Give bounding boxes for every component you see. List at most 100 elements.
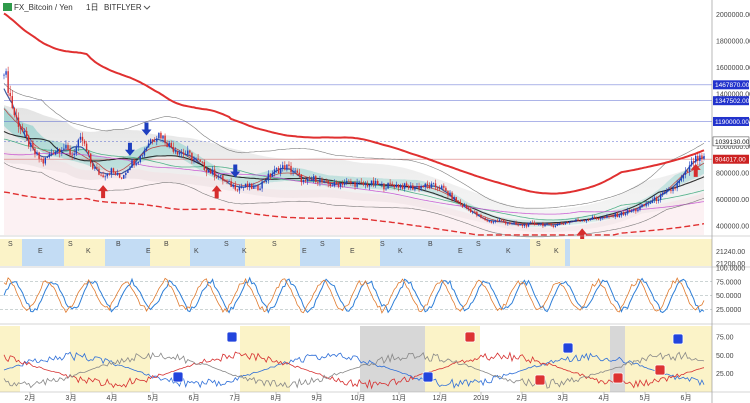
- signal-letter: K: [194, 248, 199, 255]
- x-tick-label: 3月: [558, 394, 569, 402]
- candle-body: [385, 188, 387, 190]
- candle-body: [676, 183, 678, 189]
- candle-body: [447, 191, 449, 196]
- candle-body: [242, 186, 245, 188]
- candle-body: [257, 185, 259, 190]
- candle-body: [213, 169, 216, 177]
- x-tick-label: 6月: [189, 394, 200, 402]
- candle-body: [81, 136, 84, 141]
- candle-body: [346, 181, 348, 183]
- candle-body: [310, 180, 313, 182]
- candle-body: [102, 175, 104, 178]
- candle-body: [490, 221, 493, 223]
- candle-body: [614, 213, 616, 217]
- candle-body: [191, 152, 193, 161]
- candle-body: [465, 205, 468, 208]
- dmi-tick-label: 25.00: [716, 371, 734, 378]
- candle-body: [195, 158, 197, 160]
- candle-body: [364, 183, 367, 185]
- x-tick-label: 5月: [640, 394, 651, 402]
- candle-body: [267, 173, 270, 181]
- candle-body: [236, 189, 239, 191]
- candle-body: [533, 222, 536, 225]
- candle-body: [577, 219, 579, 221]
- candle-body: [108, 173, 111, 175]
- candle-body: [104, 176, 106, 178]
- candle-body: [618, 215, 621, 218]
- candle-body: [387, 182, 389, 189]
- candle-body: [61, 149, 63, 153]
- candle-body: [358, 181, 360, 183]
- candle-body: [505, 221, 507, 224]
- signal-letter: B: [428, 241, 433, 248]
- candle-body: [502, 220, 505, 222]
- signal-letter: K: [242, 248, 247, 255]
- candle-body: [277, 168, 280, 174]
- signal-letter: E: [350, 248, 355, 255]
- candle-body: [517, 224, 519, 226]
- candle-body: [688, 165, 691, 172]
- candle-body: [87, 150, 90, 154]
- signal-letter: S: [536, 241, 541, 248]
- candle-body: [575, 219, 577, 222]
- dmi-zone: [480, 326, 520, 392]
- candle-body: [170, 142, 172, 148]
- candle-body: [655, 197, 658, 202]
- candle-body: [562, 223, 565, 225]
- candle-body: [527, 222, 530, 227]
- candle-body: [83, 140, 86, 144]
- candle-body: [604, 217, 606, 218]
- candle-body: [393, 185, 395, 188]
- candle-body: [560, 223, 563, 225]
- candle-body: [474, 211, 476, 213]
- candle-body: [511, 222, 513, 224]
- candle-body: [666, 190, 668, 193]
- candle-body: [224, 180, 226, 182]
- candle-body: [348, 181, 350, 182]
- signal-letter: K: [86, 248, 91, 255]
- x-tick-label: 4月: [107, 394, 118, 402]
- candle-body: [137, 161, 139, 164]
- candle-body: [90, 153, 92, 164]
- candle-body: [275, 168, 278, 170]
- candle-body: [17, 117, 20, 127]
- candle-body: [581, 220, 583, 222]
- candle-body: [573, 221, 575, 223]
- signal-letter: E: [302, 248, 307, 255]
- candle-body: [668, 189, 670, 191]
- candle-body: [521, 224, 524, 227]
- candle-body: [651, 200, 654, 203]
- signal-zone: [150, 239, 190, 266]
- candle-body: [550, 224, 552, 226]
- candle-body: [228, 181, 230, 182]
- candle-body: [218, 176, 220, 178]
- candle-body: [552, 225, 554, 227]
- y-tick-label: 600000.00: [716, 197, 749, 204]
- candle-body: [608, 216, 610, 217]
- candle-body: [546, 223, 548, 225]
- candle-body: [401, 185, 404, 189]
- candle-body: [381, 183, 383, 185]
- candle-body: [112, 168, 115, 172]
- candle-body: [133, 160, 135, 166]
- x-tick-label: 9月: [312, 394, 323, 402]
- candle-body: [554, 225, 557, 227]
- candle-body: [123, 175, 125, 179]
- osc-tick-label: 75.0000: [716, 279, 741, 286]
- candle-body: [350, 181, 352, 184]
- candle-body: [106, 173, 108, 177]
- y-tick-label: 2000000.00: [716, 12, 750, 19]
- oscillator-pane: [0, 268, 712, 323]
- candle-body: [422, 186, 424, 187]
- candle-body: [620, 212, 623, 216]
- candle-body: [343, 182, 346, 185]
- candle-body: [178, 153, 181, 155]
- candle-body: [13, 108, 16, 116]
- candle-body: [484, 217, 486, 221]
- candle-body: [282, 165, 284, 168]
- candle-body: [151, 139, 154, 142]
- candle-body: [407, 185, 410, 189]
- candle-body: [628, 210, 631, 212]
- candle-body: [645, 203, 647, 206]
- signal-pane: S E S K B E B K S K S E S E S K B E S K S K: [0, 239, 712, 266]
